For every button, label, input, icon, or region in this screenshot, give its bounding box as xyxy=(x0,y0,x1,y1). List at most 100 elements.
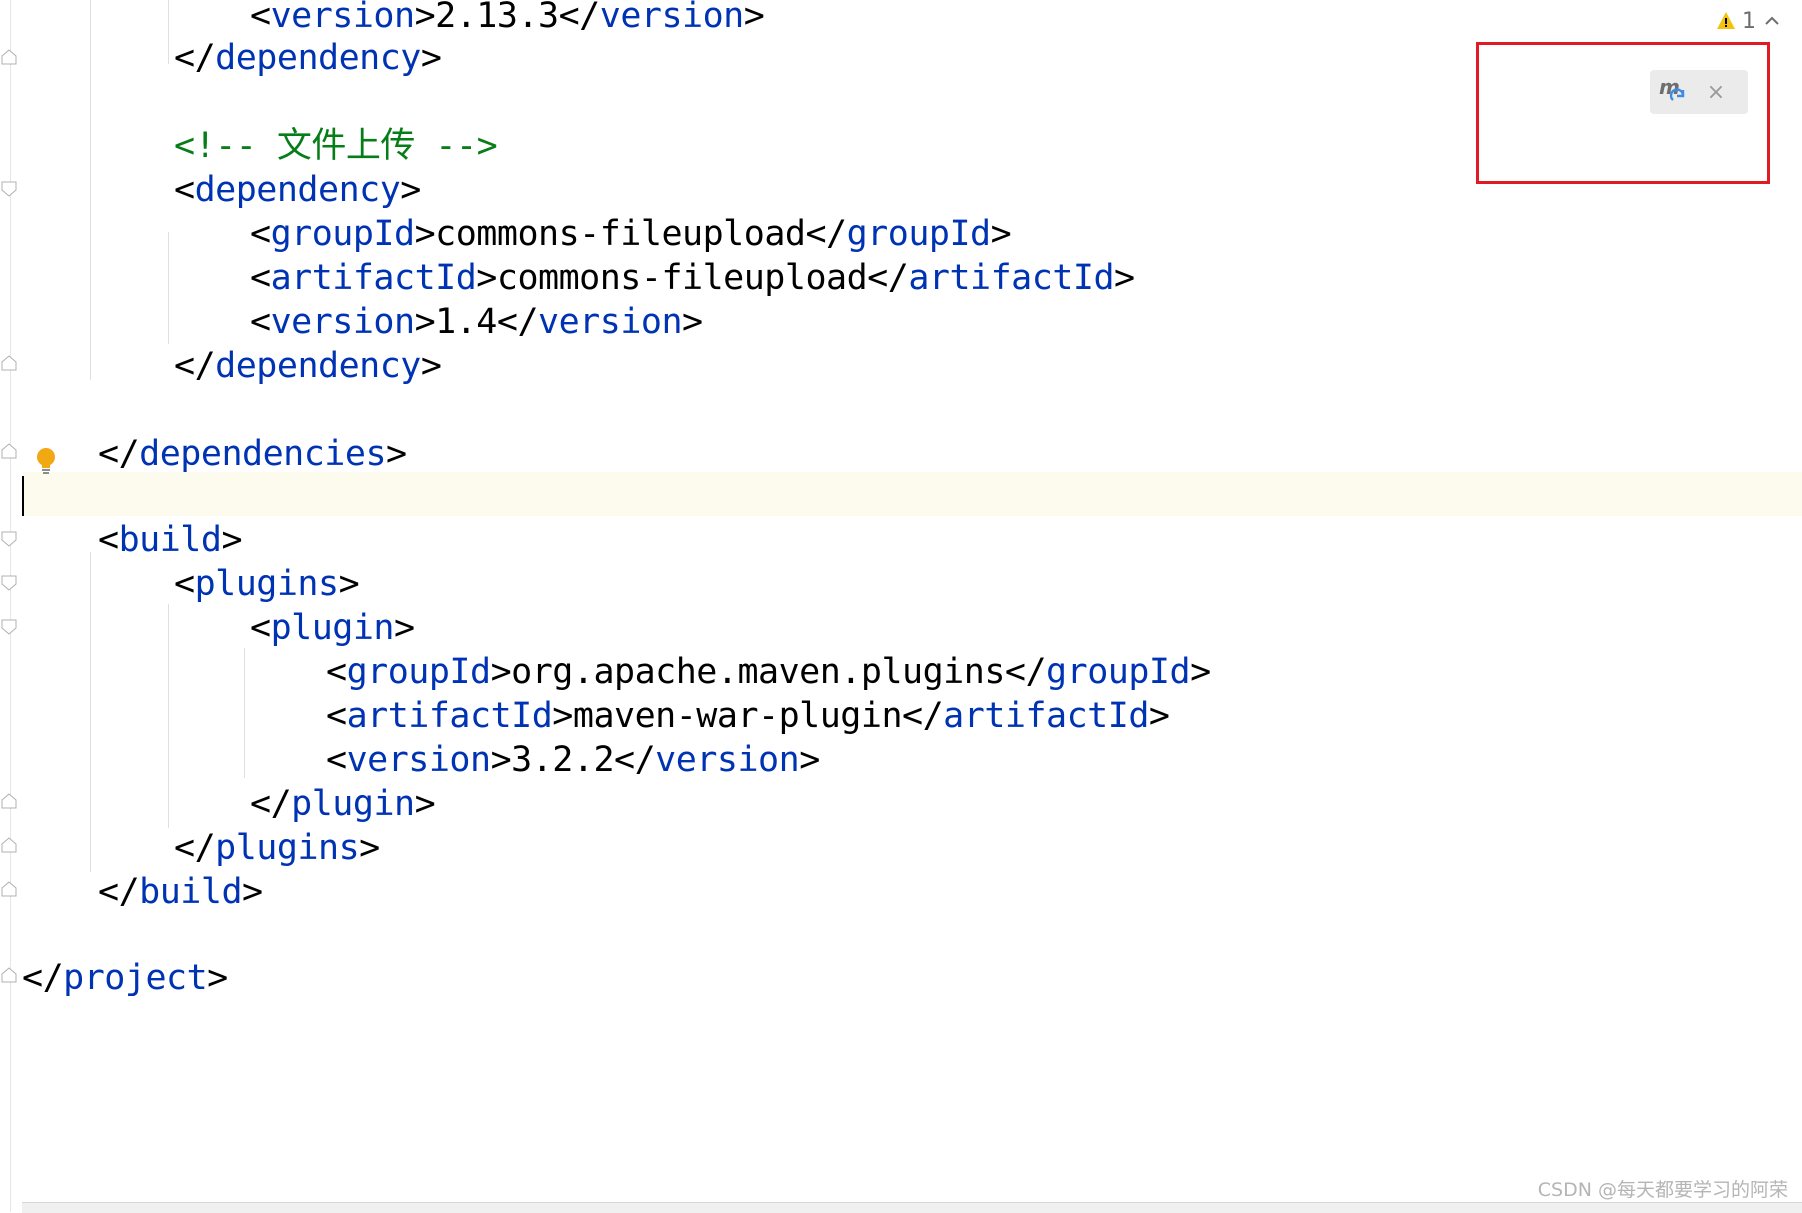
xml-text: >2.13.3</ xyxy=(414,0,601,36)
xml-text: </ xyxy=(22,958,64,998)
code-line[interactable]: </project> xyxy=(22,956,228,1000)
xml-tag-name: build xyxy=(118,520,222,560)
xml-text: > xyxy=(242,872,263,912)
xml-tag-name: dependencies xyxy=(139,434,387,474)
code-line[interactable]: <version>2.13.3</version> xyxy=(250,0,765,38)
xml-text: > xyxy=(799,740,820,780)
indent-guide xyxy=(244,648,245,778)
xml-tag-name: version xyxy=(270,0,416,36)
code-editor[interactable]: <version>2.13.3</version> </dependency> … xyxy=(0,0,1802,1213)
xml-text: < xyxy=(174,564,195,604)
xml-text: < xyxy=(174,170,195,210)
xml-text: < xyxy=(326,740,347,780)
fold-end-icon[interactable] xyxy=(0,48,18,66)
code-line[interactable]: <version>1.4</version> xyxy=(250,300,703,344)
xml-text: > xyxy=(682,302,703,342)
xml-text: < xyxy=(250,608,271,648)
code-line[interactable]: <plugins> xyxy=(174,562,360,606)
close-popup-button[interactable]: × xyxy=(1696,72,1736,112)
xml-text: >commons-fileupload</ xyxy=(476,258,909,298)
code-line[interactable]: <version>3.2.2</version> xyxy=(326,738,820,782)
fold-end-icon[interactable] xyxy=(0,442,18,460)
code-line[interactable]: </plugins> xyxy=(174,826,380,870)
code-line[interactable]: <dependency> xyxy=(174,168,421,212)
xml-text: > xyxy=(990,214,1012,254)
xml-tag-name: plugins xyxy=(215,828,360,868)
indent-guide xyxy=(168,0,169,64)
xml-text: < xyxy=(98,520,119,560)
xml-tag-name: version xyxy=(655,740,800,780)
xml-text: > xyxy=(221,520,243,560)
xml-tag-name: version xyxy=(538,302,683,342)
indent-guide xyxy=(90,552,91,872)
xml-text: </ xyxy=(250,784,292,824)
chevron-up-icon[interactable] xyxy=(1762,11,1782,31)
xml-tag-name: plugin xyxy=(270,608,395,648)
code-line[interactable]: </dependency> xyxy=(174,36,442,80)
xml-tag-name: version xyxy=(599,0,745,36)
xml-text: > xyxy=(359,828,380,868)
warning-count: 1 xyxy=(1742,8,1756,34)
xml-tag-name: dependency xyxy=(194,170,401,210)
xml-tag-name: plugins xyxy=(194,564,340,604)
xml-text: > xyxy=(1190,652,1211,692)
xml-text: > xyxy=(1148,696,1170,736)
code-line[interactable]: </dependencies> xyxy=(98,432,407,476)
xml-text: </ xyxy=(174,346,216,386)
code-line[interactable]: </plugin> xyxy=(250,782,436,826)
code-line[interactable]: <groupId>commons-fileupload</groupId> xyxy=(250,212,1012,256)
fold-end-icon[interactable] xyxy=(0,966,18,984)
xml-text: < xyxy=(326,696,347,736)
xml-text: </ xyxy=(174,828,216,868)
fold-start-icon[interactable] xyxy=(0,618,18,636)
xml-tag-name: groupId xyxy=(346,652,492,692)
code-line[interactable]: <!-- 文件上传 --> xyxy=(174,124,498,168)
horizontal-scrollbar[interactable] xyxy=(22,1202,1802,1213)
xml-tag-name: artifactId xyxy=(270,258,477,298)
xml-tag-name: artifactId xyxy=(943,696,1149,736)
fold-end-icon[interactable] xyxy=(0,836,18,854)
code-line[interactable]: </dependency> xyxy=(174,344,442,388)
xml-text: >org.apache.maven.plugins</ xyxy=(490,652,1047,692)
xml-text: </ xyxy=(98,872,140,912)
xml-text: < xyxy=(250,258,271,298)
xml-text: > xyxy=(1114,258,1135,298)
xml-text: > xyxy=(420,346,442,386)
text-caret xyxy=(22,476,24,516)
xml-text: > xyxy=(207,958,228,998)
xml-text: > xyxy=(394,608,415,648)
close-icon: × xyxy=(1706,79,1726,105)
fold-start-icon[interactable] xyxy=(0,574,18,592)
code-line[interactable]: </build> xyxy=(98,870,263,914)
fold-end-icon[interactable] xyxy=(0,354,18,372)
maven-reload-button[interactable]: m xyxy=(1650,72,1696,112)
xml-tag-name: groupId xyxy=(270,214,416,254)
code-line[interactable]: <plugin> xyxy=(250,606,415,650)
fold-end-icon[interactable] xyxy=(0,880,18,898)
xml-tag-name: groupId xyxy=(846,214,992,254)
caret-line-highlight xyxy=(22,472,1802,516)
fold-start-icon[interactable] xyxy=(0,530,18,548)
xml-tag-name: version xyxy=(270,302,416,342)
xml-text: < xyxy=(326,652,347,692)
xml-tag-name: plugin xyxy=(291,784,415,824)
code-line[interactable]: <artifactId>commons-fileupload</artifact… xyxy=(250,256,1135,300)
inspection-widget[interactable]: 1 xyxy=(1716,6,1782,36)
code-line[interactable]: <artifactId>maven-war-plugin</artifactId… xyxy=(326,694,1170,738)
svg-text:m: m xyxy=(1659,76,1680,99)
watermark: CSDN @每天都要学习的阿荣 xyxy=(1537,1179,1788,1201)
fold-start-icon[interactable] xyxy=(0,180,18,198)
xml-comment: <!-- 文件上传 --> xyxy=(174,126,498,166)
indent-guide xyxy=(90,0,91,380)
xml-tag-name: artifactId xyxy=(908,258,1115,298)
xml-tag-name: artifactId xyxy=(346,696,553,736)
xml-text: >1.4</ xyxy=(414,302,539,342)
lightbulb-icon[interactable] xyxy=(34,446,58,476)
warning-icon xyxy=(1717,12,1735,29)
xml-tag-name: groupId xyxy=(1046,652,1191,692)
xml-text: >3.2.2</ xyxy=(490,740,656,780)
fold-end-icon[interactable] xyxy=(0,792,18,810)
code-line[interactable]: <groupId>org.apache.maven.plugins</group… xyxy=(326,650,1211,694)
code-line[interactable]: <build> xyxy=(98,518,243,562)
maven-reload-popup: m × xyxy=(1650,70,1748,114)
